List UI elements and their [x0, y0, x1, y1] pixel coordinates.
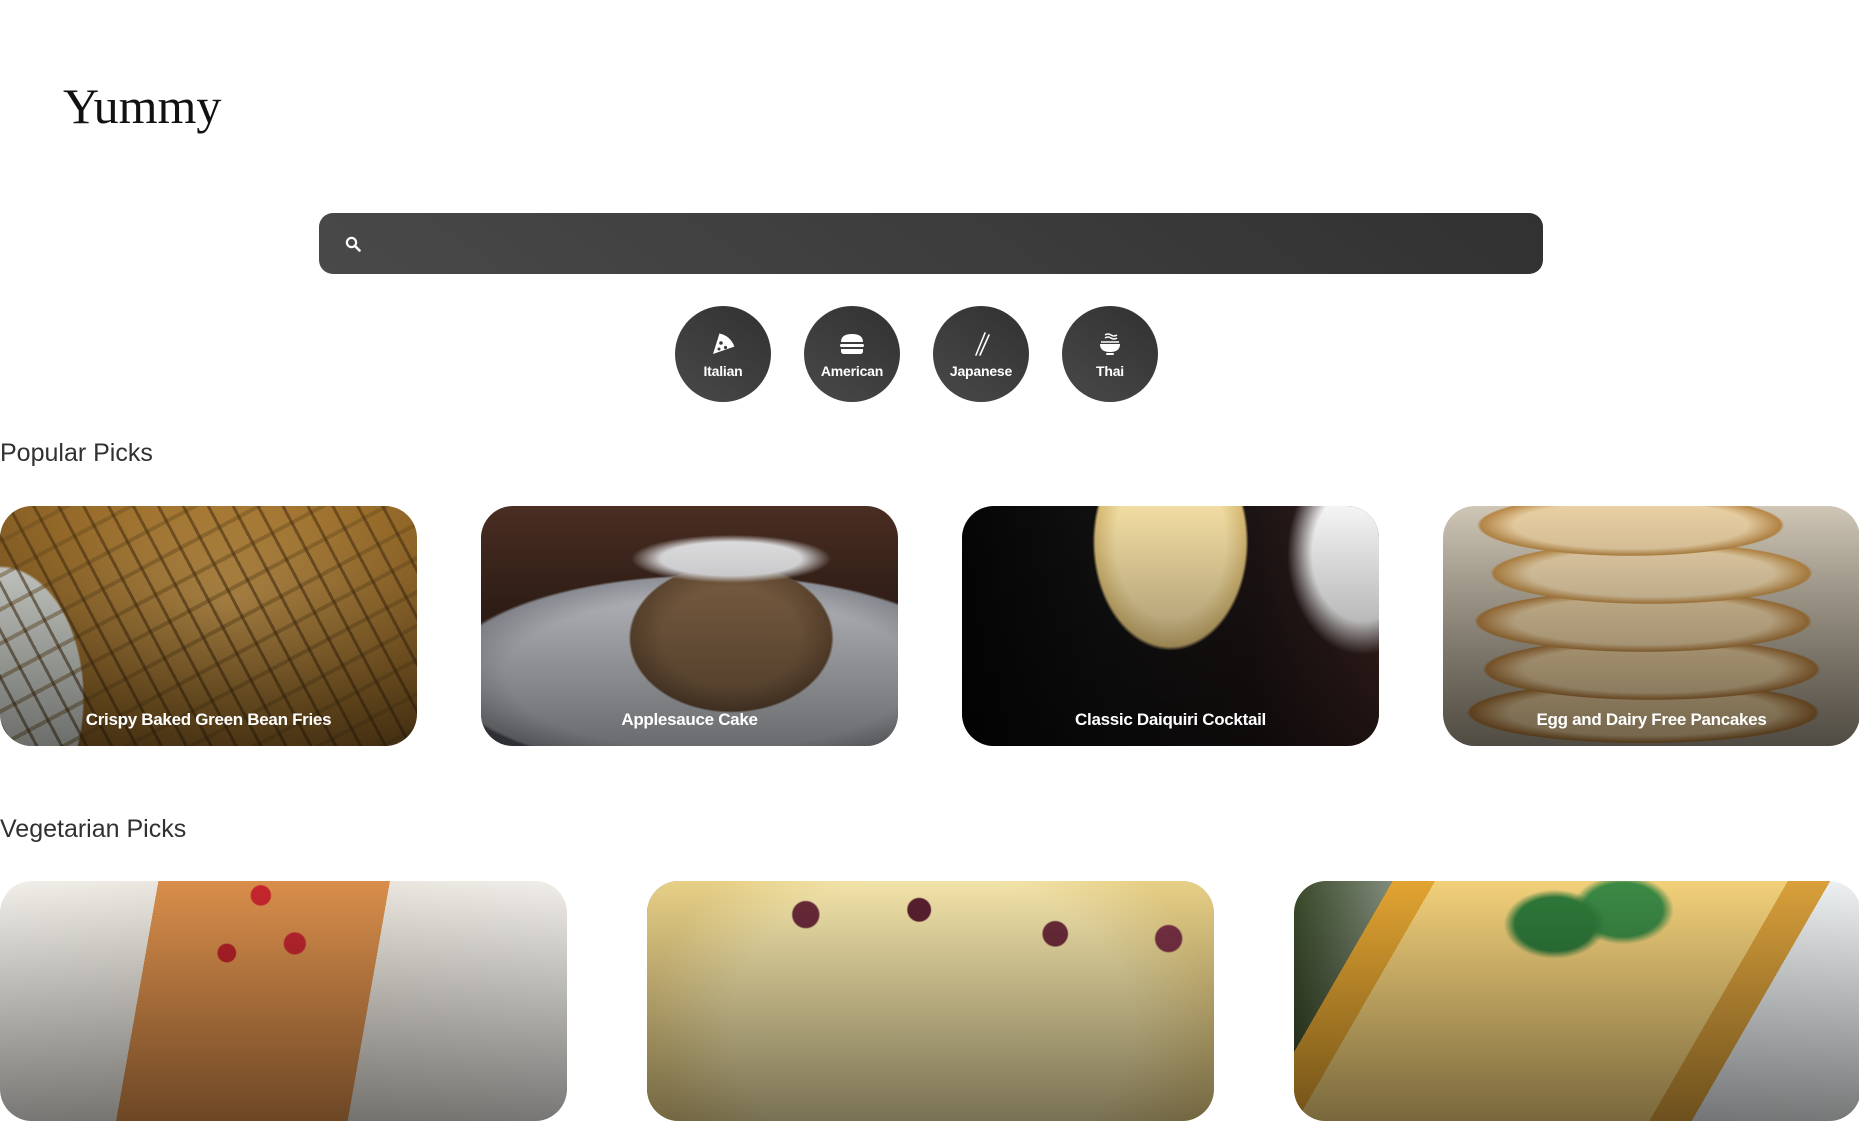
- card-overlay: [0, 881, 567, 1121]
- category-label: Italian: [703, 363, 743, 379]
- section-title-popular: Popular Picks: [0, 439, 153, 467]
- category-label: Thai: [1096, 363, 1124, 379]
- recipe-title: Egg and Dairy Free Pancakes: [1536, 710, 1767, 729]
- recipe-card[interactable]: [647, 881, 1214, 1121]
- card-overlay: [1294, 881, 1859, 1121]
- section-title-vegetarian: Vegetarian Picks: [0, 815, 187, 843]
- recipe-card[interactable]: Crispy Baked Green Bean Fries: [0, 506, 417, 746]
- recipe-title: Crispy Baked Green Bean Fries: [85, 710, 332, 729]
- search-input[interactable]: [363, 213, 1543, 274]
- recipe-card[interactable]: Applesauce Cake: [481, 506, 898, 746]
- recipe-card[interactable]: [1294, 881, 1859, 1121]
- category-american[interactable]: American: [804, 306, 900, 402]
- recipe-card[interactable]: [0, 881, 567, 1121]
- category-italian[interactable]: Italian: [675, 306, 771, 402]
- vegetarian-row: [0, 881, 1859, 1121]
- logo[interactable]: Yummy: [63, 78, 221, 134]
- search-icon: [343, 234, 363, 254]
- category-thai[interactable]: Thai: [1062, 306, 1158, 402]
- category-label: American: [820, 363, 884, 379]
- recipe-title: Applesauce Cake: [621, 710, 758, 729]
- recipe-card[interactable]: Classic Daiquiri Cocktail: [962, 506, 1379, 746]
- popular-row: Crispy Baked Green Bean Fries Applesauce…: [0, 506, 1859, 746]
- recipe-card[interactable]: Egg and Dairy Free Pancakes: [1443, 506, 1859, 746]
- pizza-icon: [709, 331, 737, 357]
- card-overlay: [647, 881, 1214, 1121]
- category-nav: Italian American Japanese Thai: [675, 306, 1158, 402]
- search-bar[interactable]: [319, 213, 1543, 274]
- noodle-bowl-icon: [1096, 331, 1124, 357]
- recipe-title: Classic Daiquiri Cocktail: [1075, 710, 1266, 729]
- burger-icon: [838, 331, 866, 357]
- category-japanese[interactable]: Japanese: [933, 306, 1029, 402]
- chopsticks-icon: [967, 331, 995, 357]
- category-label: Japanese: [949, 363, 1013, 379]
